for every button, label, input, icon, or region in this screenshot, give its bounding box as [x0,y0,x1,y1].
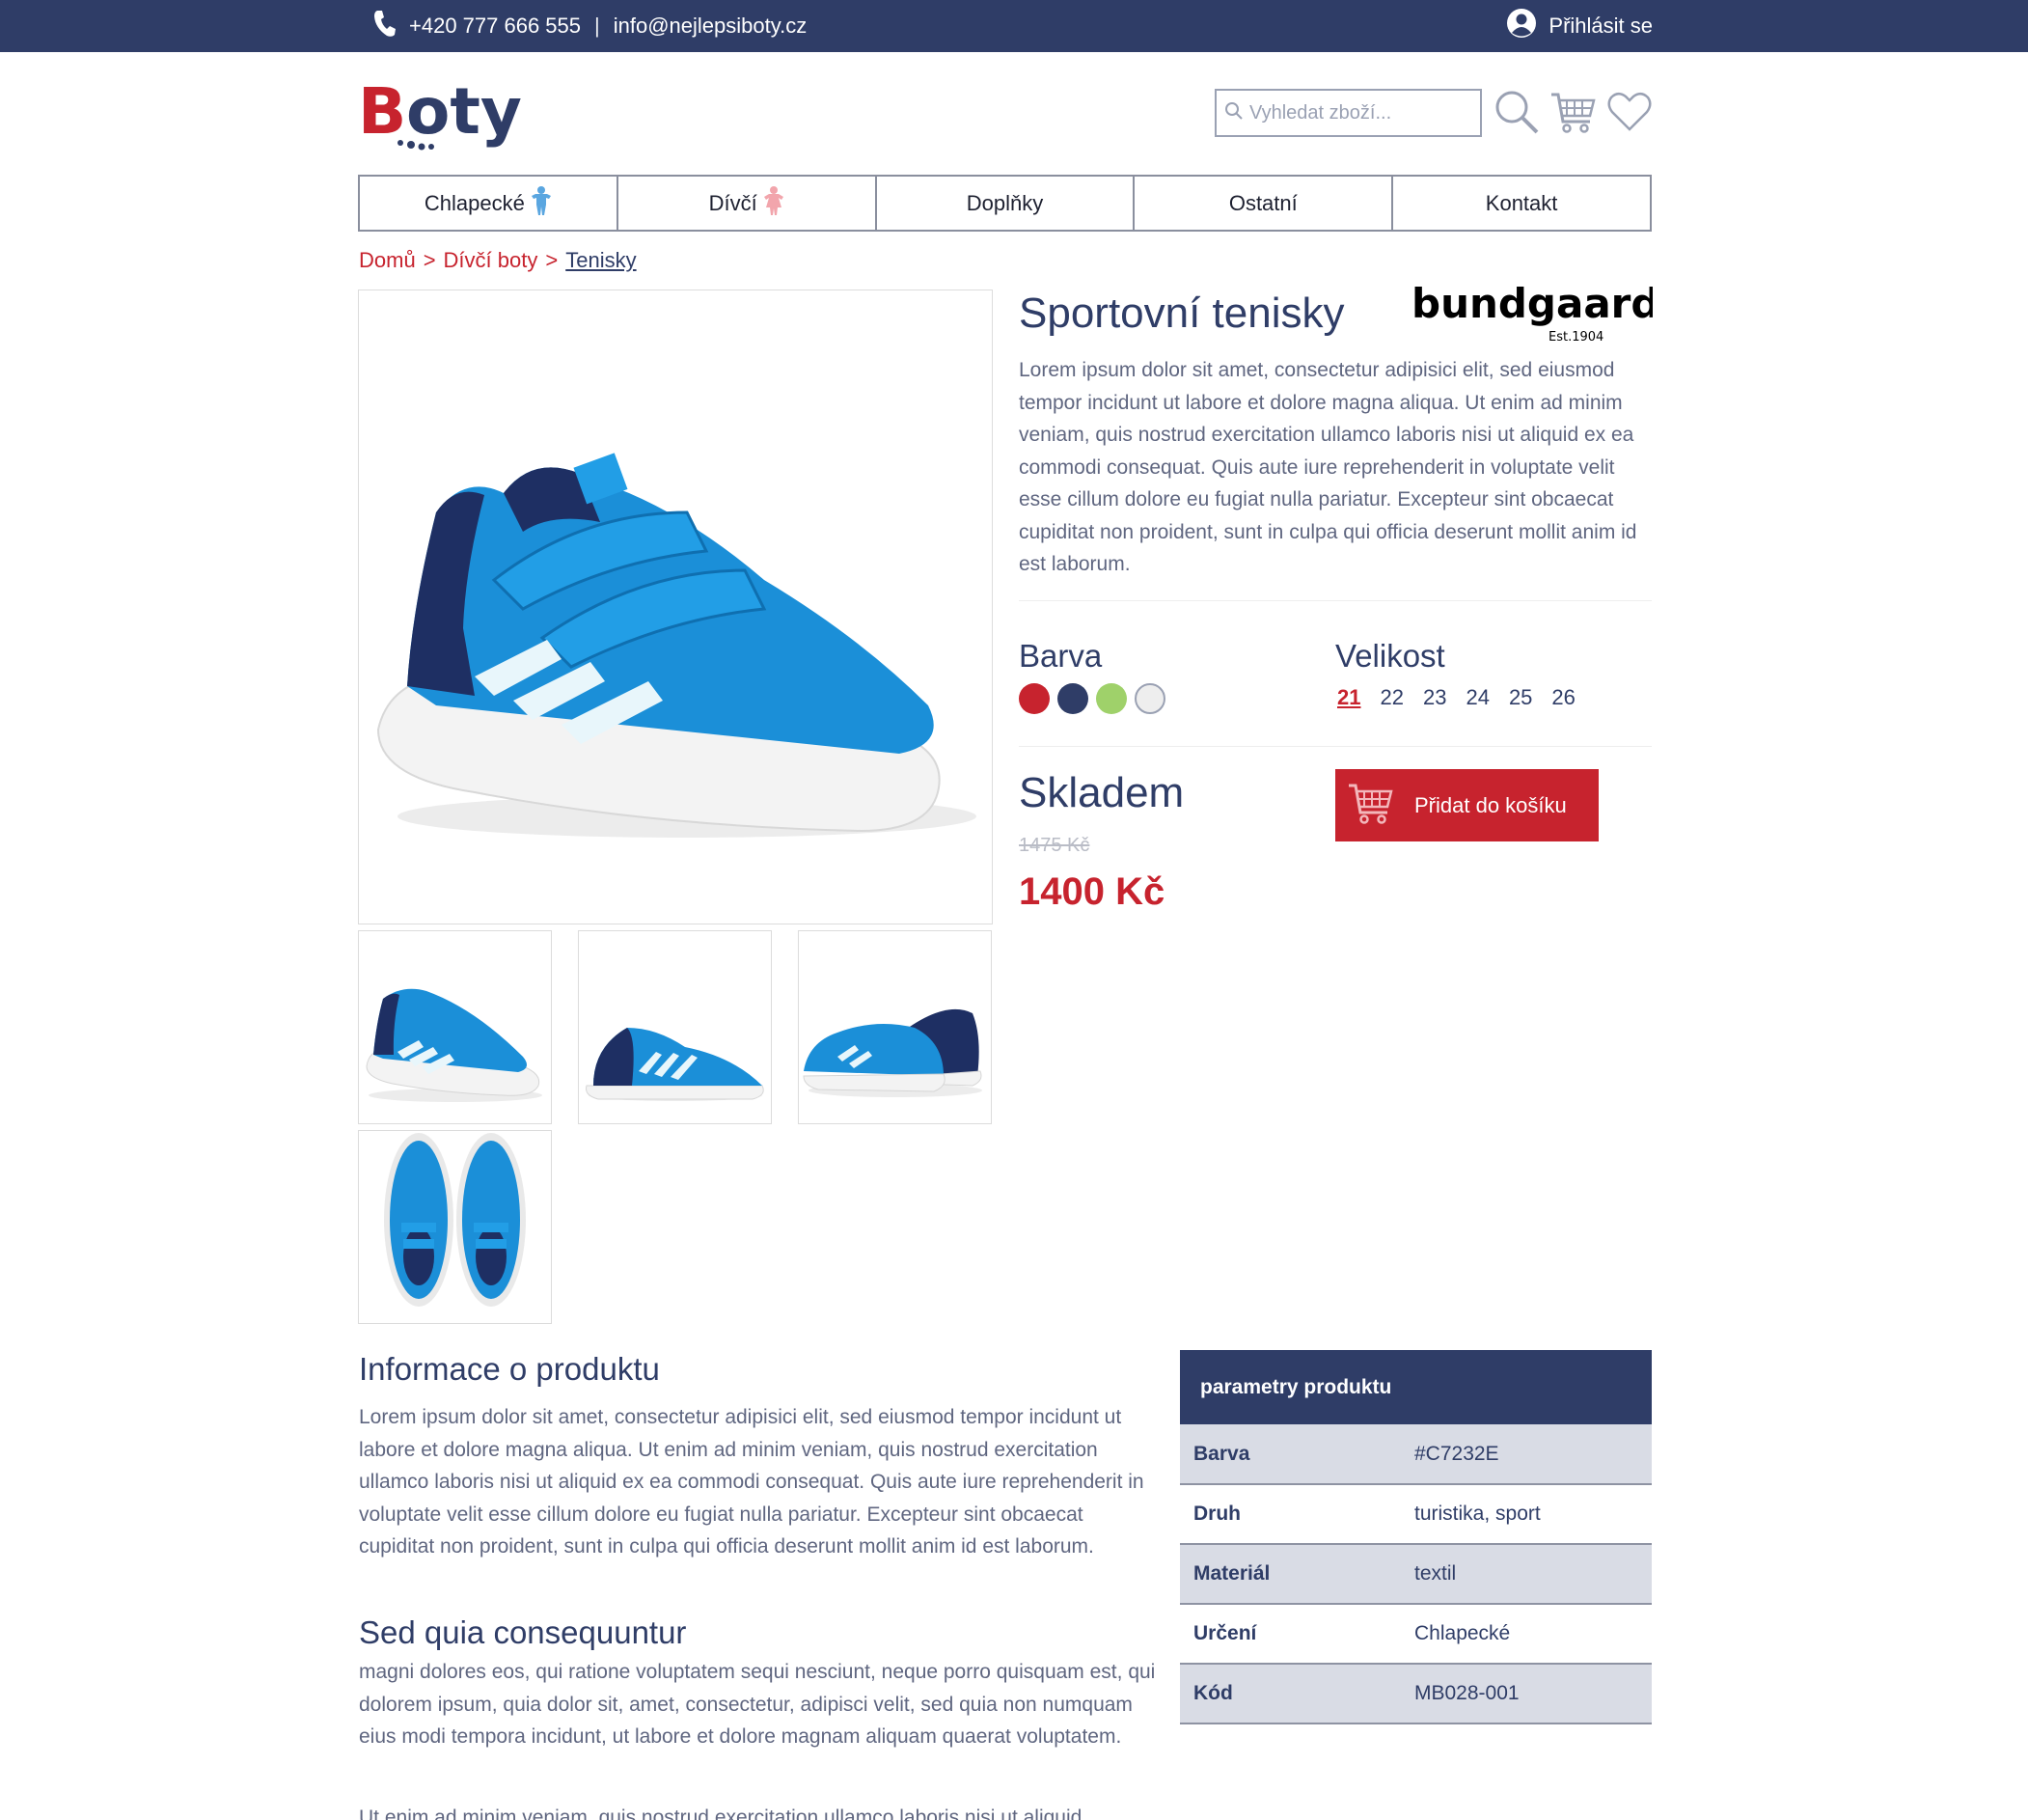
size-option[interactable]: 26 [1551,685,1575,710]
size-option[interactable]: 21 [1337,685,1360,710]
nav-label: Chlapecké [424,190,525,215]
params-title: parametry produktu [1200,1375,1392,1398]
user-icon [1506,8,1537,44]
svg-text:oty: oty [406,75,522,149]
param-value: MB028-001 [1414,1664,1652,1724]
product-thumbnail[interactable] [798,930,992,1124]
login-link[interactable]: Přihlásit se [1506,0,1653,52]
table-row: Určení Chlapecké [1180,1604,1652,1665]
param-key: Materiál [1180,1544,1414,1605]
main-nav: Chlapecké Dívčí Doplňky Ostatní Kontakt [358,175,1652,232]
param-value: #C7232E [1414,1424,1652,1485]
size-option[interactable]: 23 [1423,685,1446,710]
nav-item-doplnky[interactable]: Doplňky [877,177,1136,230]
brand-logo: bundgaard Est.1904 [1411,280,1659,345]
table-row: Druh turistika, sport [1180,1484,1652,1545]
color-label: Barva [1019,638,1103,674]
param-value: turistika, sport [1414,1484,1652,1545]
old-price: 1475 Kč [1019,835,1090,856]
phone-number[interactable]: +420 777 666 555 [409,14,581,39]
contact-info: +420 777 666 555 | info@nejlepsiboty.cz [372,0,807,52]
phone-icon [372,9,396,43]
nav-label: Doplňky [966,190,1044,215]
color-swatch-navy[interactable] [1057,683,1088,714]
product-thumbnail[interactable] [358,930,552,1124]
table-row: Kód MB028-001 [1180,1664,1652,1724]
param-key: Určení [1180,1604,1414,1665]
breadcrumb-category[interactable]: Dívčí boty [444,248,538,273]
param-value: textil [1414,1544,1652,1605]
breadcrumb-current[interactable]: Tenisky [565,248,636,273]
nav-item-ostatni[interactable]: Ostatní [1135,177,1394,230]
size-option[interactable]: 22 [1380,685,1403,710]
param-key: Kód [1180,1664,1414,1724]
product-main-image[interactable] [358,290,993,924]
login-label: Přihlásit se [1548,14,1653,38]
param-key: Barva [1180,1424,1414,1485]
color-swatch-red[interactable] [1019,683,1050,714]
color-swatches [1019,683,1165,714]
table-row: Barva #C7232E [1180,1424,1652,1485]
girl-icon [763,185,784,222]
color-swatch-white[interactable] [1135,683,1165,714]
nav-item-divci[interactable]: Dívčí [618,177,877,230]
info-paragraph: Ut enim ad minim veniam, quis nostrud ex… [359,1806,1083,1820]
size-option[interactable]: 24 [1466,685,1489,710]
search-icon [1224,101,1244,125]
product-params-table: parametry produktu Barva #C7232E Druh tu… [1180,1350,1652,1724]
divider [1019,746,1652,747]
size-options: 21 22 23 24 25 26 [1337,685,1576,710]
product-thumbnail[interactable] [578,930,772,1124]
info-paragraph: magni dolores eos, qui ratione voluptate… [359,1661,1156,1748]
info-subheading: Sed quia consequuntur [359,1614,687,1650]
email-link[interactable]: info@nejlepsiboty.cz [614,14,807,39]
product-thumbnail[interactable] [358,1130,552,1324]
param-key: Druh [1180,1484,1414,1545]
divider [1019,600,1652,601]
size-option[interactable]: 25 [1509,685,1532,710]
info-heading: Informace o produktu [359,1351,660,1387]
nav-item-chlapecke[interactable]: Chlapecké [360,177,618,230]
add-to-cart-button[interactable]: Přidat do košíku [1335,769,1599,841]
info-paragraph: Lorem ipsum dolor sit amet, consectetur … [359,1406,1144,1558]
search-box[interactable] [1215,89,1482,137]
breadcrumb-separator: > [545,248,559,272]
site-logo[interactable]: B oty [358,74,524,152]
size-label: Velikost [1335,638,1445,674]
top-bar: +420 777 666 555 | info@nejlepsiboty.cz … [0,0,2028,52]
params-header: parametry produktu [1180,1350,1652,1424]
nav-label: Kontakt [1485,190,1558,215]
nav-label: Ostatní [1228,190,1298,215]
table-row: Materiál textil [1180,1544,1652,1605]
cart-icon [1347,780,1393,832]
svg-text:B: B [358,75,406,149]
product-title: Sportovní tenisky [1019,290,1345,337]
brand-name: bundgaard [1411,283,1653,327]
add-to-cart-label: Přidat do košíku [1414,792,1567,817]
nav-item-kontakt[interactable]: Kontakt [1393,177,1650,230]
heart-icon[interactable] [1606,89,1653,140]
breadcrumb-home[interactable]: Domů [359,248,416,273]
param-value: Chlapecké [1414,1604,1652,1665]
cart-icon[interactable] [1549,89,1596,140]
brand-est: Est.1904 [1548,330,1603,345]
stock-status: Skladem [1019,769,1185,816]
color-swatch-green[interactable] [1096,683,1127,714]
price: 1400 Kč [1019,870,1165,913]
search-button-icon[interactable] [1494,89,1540,140]
breadcrumb: Domů > Dívčí boty > Tenisky [359,248,637,273]
boy-icon [531,185,552,222]
product-description: Lorem ipsum dolor sit amet, consectetur … [1019,359,1637,575]
nav-label: Dívčí [708,190,757,215]
search-input[interactable] [1249,101,1471,124]
breadcrumb-separator: > [423,248,436,272]
contact-separator: | [594,14,600,38]
